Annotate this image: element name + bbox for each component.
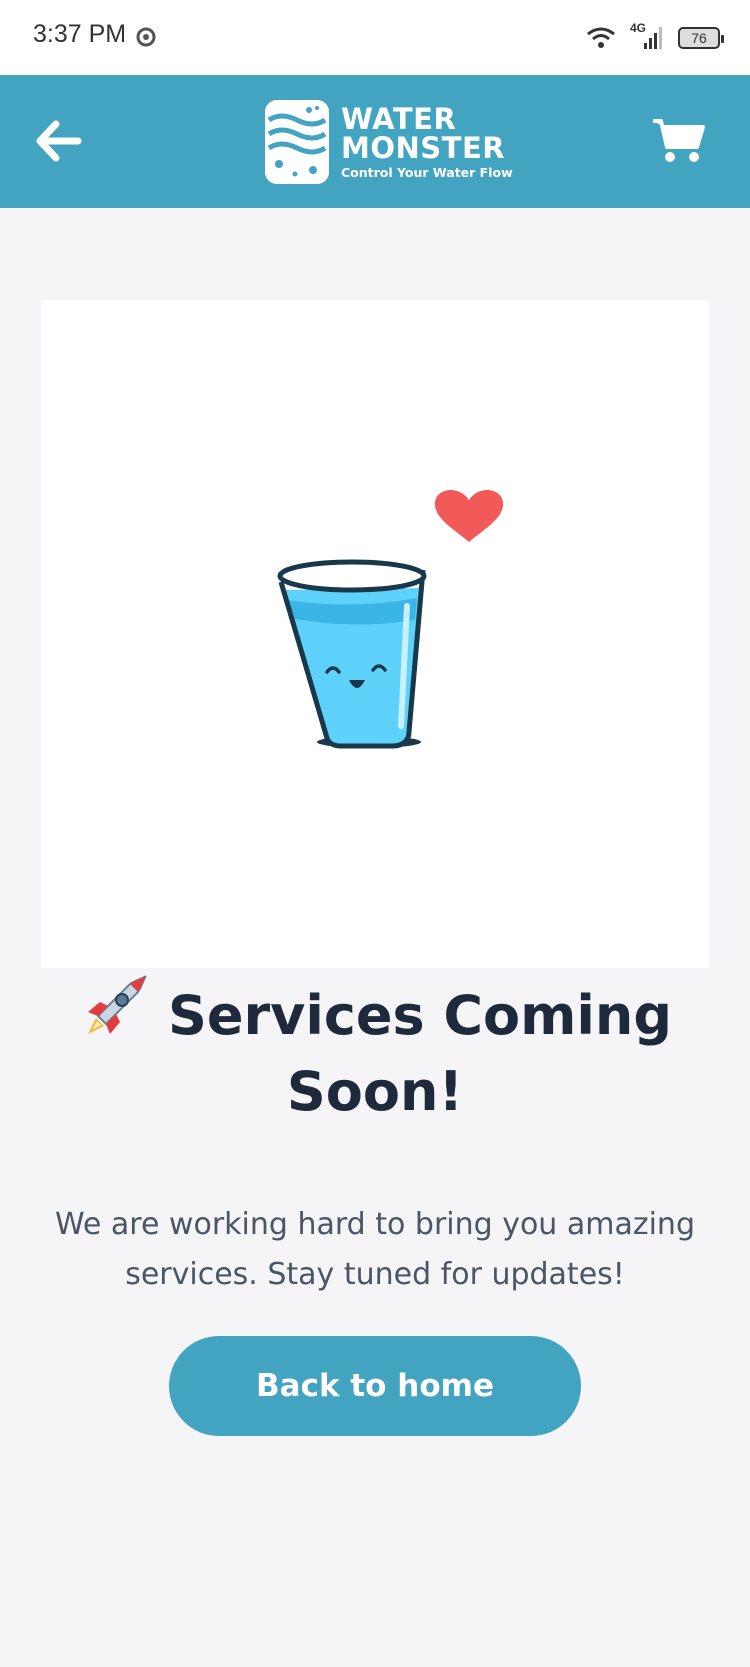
battery-icon: 76 [678,27,724,49]
water-monster-logo-icon [265,100,329,184]
brand-line2: MONSTER [341,130,506,165]
water-glass-illustration [277,489,504,749]
status-icons: 4G 76 [586,21,724,54]
status-bar: 3:37 PM 4G 76 [0,0,750,75]
signal-icon: 4G [630,21,664,51]
rocket-icon [87,975,147,1034]
cart-icon [653,119,705,162]
brand-logo: WATER MONSTER Control Your Water Flow [265,99,513,185]
wifi-icon [587,27,615,48]
page-title: Services Coming Soon! [60,972,690,1130]
arrow-left-icon [36,120,82,162]
cart-button[interactable] [648,113,708,169]
brand-tagline: Control Your Water Flow [341,164,513,180]
brand-text: WATER MONSTER Control Your Water Flow [341,101,513,180]
back-to-home-button[interactable]: Back to home [169,1336,581,1436]
battery-level: 76 [691,30,707,46]
illustration-card [41,300,709,968]
heart-icon [434,489,504,542]
title-text: Services Coming Soon! [167,984,673,1123]
brand-line1: WATER [341,101,457,136]
chrome-icon [136,27,156,47]
description-text: We are working hard to bring you amazing… [54,1207,695,1292]
back-button[interactable] [30,113,86,169]
app-header: WATER MONSTER Control Your Water Flow [0,75,750,208]
status-time: 3:37 PM [33,20,127,48]
